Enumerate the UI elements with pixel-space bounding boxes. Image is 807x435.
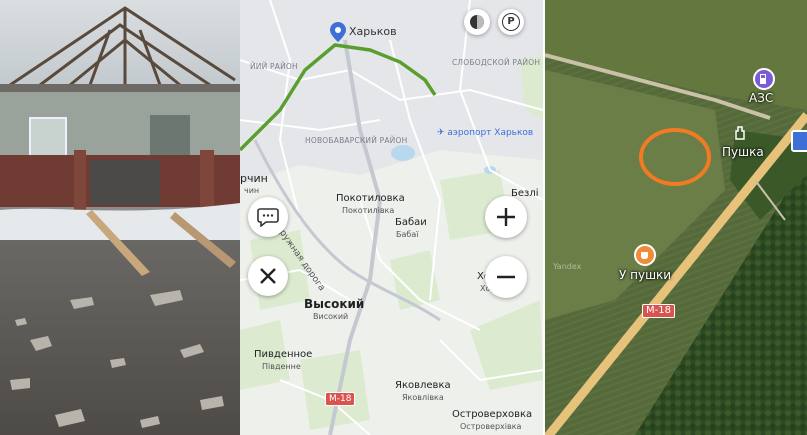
place-ostroverkhovka-sub: Островерхівка bbox=[460, 422, 522, 431]
photo-illustration bbox=[0, 0, 240, 435]
airport-label: ✈ аэропорт Харьков bbox=[437, 128, 534, 138]
district-label-partial: ЙИЙ РАЙОН bbox=[250, 62, 298, 71]
zoom-out-button[interactable] bbox=[485, 256, 527, 298]
place-pivdennoe-sub: Південне bbox=[262, 362, 301, 371]
yandex-watermark: Yandex bbox=[553, 262, 582, 271]
airport-name: аэропорт Харьков bbox=[447, 128, 534, 138]
place-pokotilovka-sub: Покотилівка bbox=[342, 206, 395, 215]
poi-icon-partial[interactable] bbox=[791, 130, 807, 152]
parking-icon: P bbox=[502, 13, 520, 31]
parking-button[interactable]: P bbox=[498, 9, 524, 35]
close-icon bbox=[260, 268, 276, 284]
place-yakovlevka-sub: Яковлівка bbox=[402, 393, 444, 402]
zoom-out-icon bbox=[497, 275, 515, 279]
place-vysokiy: Высокий bbox=[304, 297, 365, 311]
cafe-label: У пушки bbox=[619, 268, 672, 282]
close-button[interactable] bbox=[248, 256, 288, 296]
place-ostroverkhovka: Островерховка bbox=[452, 409, 533, 420]
route-badge-m18: М-18 bbox=[325, 392, 356, 406]
place-vysokiy-sub: Високий bbox=[313, 312, 349, 321]
poi-label-pushka: Пушка bbox=[722, 145, 764, 159]
place-pivdennoe: Пивденное bbox=[254, 349, 313, 360]
place-babai: Бабаи bbox=[395, 217, 427, 228]
gas-station-label: АЗС bbox=[749, 91, 774, 105]
traffic-icon bbox=[470, 15, 484, 29]
satellite-canvas bbox=[545, 0, 807, 435]
place-pokotilovka: Покотиловка bbox=[336, 193, 405, 204]
district-label-novobavarsky: НОВОБАВАРСКИЙ РАЙОН bbox=[305, 136, 408, 145]
chat-button[interactable] bbox=[248, 197, 288, 237]
location-pin-icon[interactable] bbox=[330, 22, 346, 46]
cafe-icon[interactable] bbox=[634, 244, 656, 266]
chat-icon bbox=[257, 208, 279, 227]
parking-label: P bbox=[507, 16, 515, 27]
place-rchin: рчин bbox=[240, 172, 268, 185]
traffic-button[interactable] bbox=[464, 9, 490, 35]
map-panel[interactable]: Харьков СЛОБОДСКОЙ РАЙОН НОВОБАВАРСКИЙ Р… bbox=[240, 0, 543, 435]
damaged-building-photo bbox=[0, 0, 240, 435]
place-chin-sub: чин bbox=[244, 186, 260, 195]
district-label-slobodskoy: СЛОБОДСКОЙ РАЙОН bbox=[452, 58, 541, 67]
zoom-in-icon bbox=[497, 208, 515, 226]
place-yakovlevka: Яковлевка bbox=[395, 380, 451, 391]
monument-icon[interactable] bbox=[732, 125, 748, 141]
satellite-panel[interactable]: АЗС Пушка У пушки М-18 Yandex bbox=[545, 0, 807, 435]
gas-station-icon[interactable] bbox=[753, 68, 775, 90]
city-label: Харьков bbox=[349, 25, 397, 38]
place-babai-sub: Бабаї bbox=[396, 230, 419, 239]
zoom-in-button[interactable] bbox=[485, 196, 527, 238]
route-badge-m18-sat: М-18 bbox=[642, 304, 675, 318]
